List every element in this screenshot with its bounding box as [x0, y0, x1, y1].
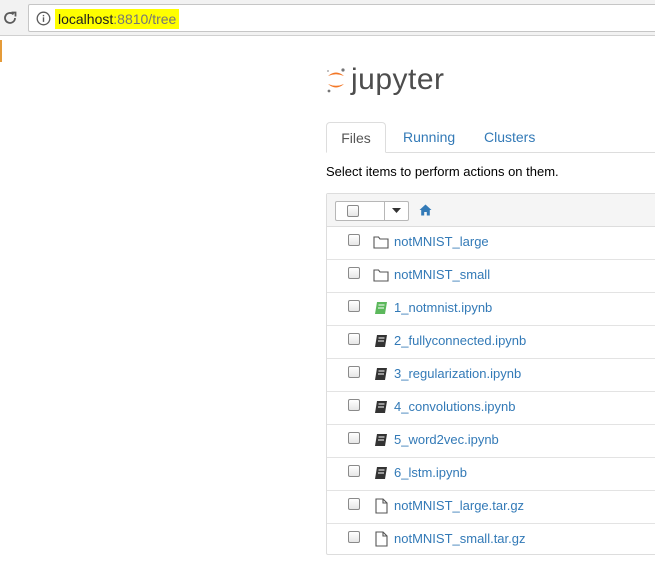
file-icon	[375, 498, 388, 514]
row-checkbox[interactable]	[348, 234, 360, 246]
file-name-link[interactable]: 6_lstm.ipynb	[394, 464, 467, 482]
jupyter-logo-icon	[327, 68, 345, 93]
address-bar[interactable]: localhost:8810/tree	[28, 4, 655, 32]
notebook-icon	[375, 335, 387, 347]
file-row[interactable]: 6_lstm.ipynb	[327, 458, 655, 491]
reload-icon[interactable]	[1, 9, 19, 27]
file-name-link[interactable]: notMNIST_small.tar.gz	[394, 530, 526, 548]
tab-bar: Files Running Clusters	[326, 122, 655, 153]
tab-clusters[interactable]: Clusters	[484, 122, 535, 153]
url-path: :8810/tree	[113, 11, 177, 27]
row-checkbox[interactable]	[348, 465, 360, 477]
row-checkbox[interactable]	[348, 498, 360, 510]
file-name-link[interactable]: 5_word2vec.ipynb	[394, 431, 499, 449]
file-name-link[interactable]: notMNIST_small	[394, 266, 490, 284]
home-icon[interactable]	[419, 204, 432, 216]
jupyter-logo[interactable]: jupyter	[325, 62, 445, 98]
file-row[interactable]: 5_word2vec.ipynb	[327, 425, 655, 458]
select-menu-button[interactable]	[384, 201, 409, 221]
tab-files[interactable]: Files	[326, 122, 386, 153]
logo-text: jupyter	[351, 63, 445, 96]
row-checkbox[interactable]	[348, 300, 360, 312]
selection-hint: Select items to perform actions on them.	[326, 164, 559, 179]
notebook-icon	[375, 401, 387, 413]
file-row[interactable]: 4_convolutions.ipynb	[327, 392, 655, 425]
notebook-icon	[375, 434, 387, 446]
file-name-link[interactable]: notMNIST_large	[394, 233, 489, 251]
folder-icon	[373, 236, 389, 249]
notebook-icon	[375, 467, 387, 479]
folder-icon	[373, 269, 389, 282]
row-checkbox[interactable]	[348, 399, 360, 411]
file-row[interactable]: notMNIST_large	[327, 227, 655, 260]
select-all-button[interactable]	[335, 201, 385, 221]
browser-toolbar: localhost:8810/tree	[0, 0, 655, 36]
row-checkbox[interactable]	[348, 267, 360, 279]
info-icon[interactable]	[36, 11, 51, 26]
row-checkbox[interactable]	[348, 531, 360, 543]
file-row[interactable]: 1_notmnist.ipynb	[327, 293, 655, 326]
file-row[interactable]: notMNIST_small	[327, 260, 655, 293]
file-list: notMNIST_large notMNIST_small 1_notmnist.i…	[326, 193, 655, 555]
select-all-checkbox[interactable]	[347, 205, 359, 217]
notebook-running-icon	[375, 302, 387, 314]
notebook-icon	[375, 368, 387, 380]
row-checkbox[interactable]	[348, 366, 360, 378]
file-name-link[interactable]: notMNIST_large.tar.gz	[394, 497, 524, 515]
tab-running[interactable]: Running	[403, 122, 455, 153]
row-checkbox[interactable]	[348, 432, 360, 444]
file-list-header	[327, 194, 655, 227]
file-row[interactable]: 2_fullyconnected.ipynb	[327, 326, 655, 359]
file-name-link[interactable]: 3_regularization.ipynb	[394, 365, 521, 383]
file-icon	[375, 531, 388, 547]
file-row[interactable]: notMNIST_small.tar.gz	[327, 524, 655, 557]
caret-down-icon	[392, 208, 401, 213]
page-edge-marker	[0, 40, 2, 62]
file-row[interactable]: 3_regularization.ipynb	[327, 359, 655, 392]
file-name-link[interactable]: 4_convolutions.ipynb	[394, 398, 515, 416]
url-text[interactable]: localhost:8810/tree	[55, 9, 180, 29]
file-name-link[interactable]: 2_fullyconnected.ipynb	[394, 332, 526, 350]
file-row[interactable]: notMNIST_large.tar.gz	[327, 491, 655, 524]
url-host: localhost	[58, 11, 114, 27]
file-name-link[interactable]: 1_notmnist.ipynb	[394, 299, 492, 317]
row-checkbox[interactable]	[348, 333, 360, 345]
